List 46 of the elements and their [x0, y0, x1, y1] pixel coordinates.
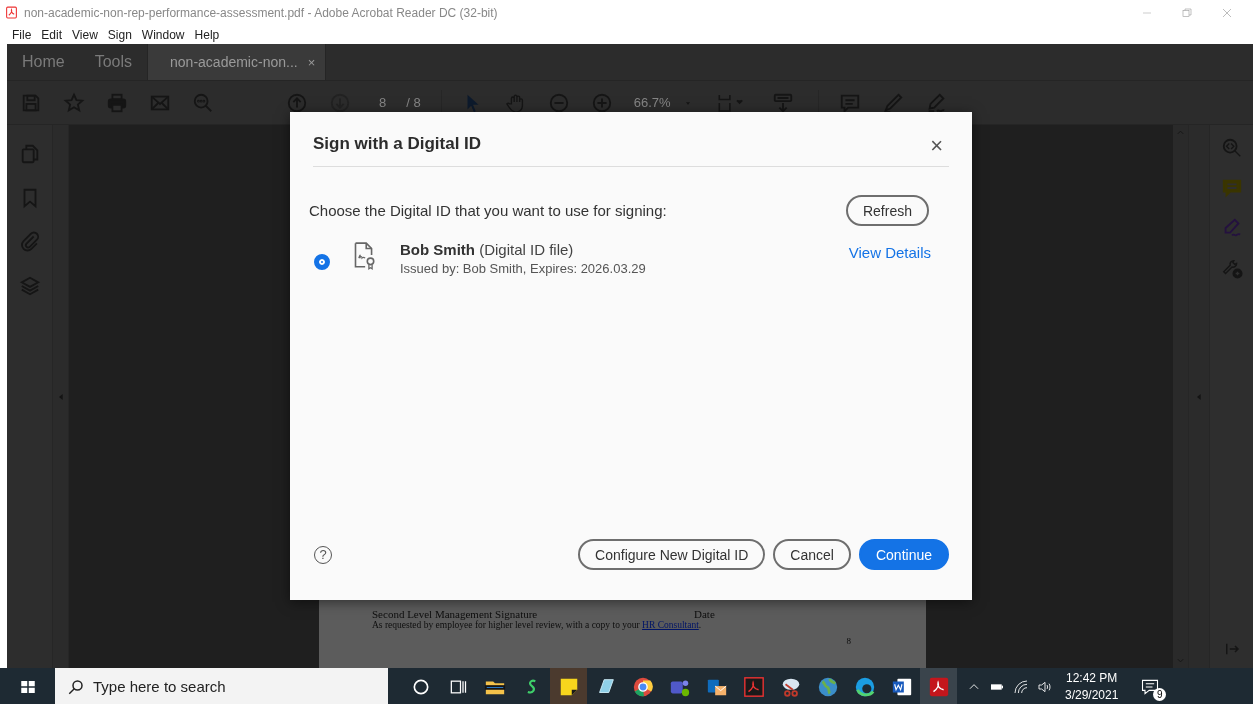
- digital-id-name: Bob Smith (Digital ID file): [400, 241, 575, 258]
- page-number: 8: [846, 636, 851, 646]
- edge-browser-icon[interactable]: [853, 675, 876, 698]
- arrow-up-circle-icon[interactable]: [286, 91, 308, 114]
- arrow-down-circle-icon[interactable]: [329, 91, 351, 114]
- pdf-app-icon[interactable]: [927, 675, 950, 698]
- dialog-button[interactable]: Configure New Digital ID: [578, 539, 766, 570]
- browser-icon[interactable]: [631, 675, 654, 698]
- document-tab[interactable]: non-academic-non... ×: [147, 44, 327, 80]
- menu-item[interactable]: Window: [141, 27, 185, 42]
- menu-item[interactable]: File: [12, 27, 32, 42]
- globe-icon[interactable]: [816, 675, 839, 698]
- zoom-out-icon[interactable]: [547, 91, 570, 114]
- page-total: / 8: [406, 95, 421, 110]
- menu-item[interactable]: Edit: [41, 27, 63, 42]
- page-number-field[interactable]: 8: [379, 95, 387, 110]
- notification-count: 9: [1153, 687, 1167, 701]
- wifi-icon[interactable]: [1013, 678, 1029, 695]
- star-icon[interactable]: [63, 91, 85, 114]
- continue-button[interactable]: Continue: [858, 539, 949, 570]
- clock-date[interactable]: 3/29/2021: [1065, 686, 1119, 704]
- pen-icon[interactable]: [881, 91, 904, 114]
- paperclip-icon[interactable]: [18, 231, 41, 253]
- pdf-app-icon[interactable]: [742, 675, 765, 698]
- menu-item[interactable]: View: [72, 27, 98, 42]
- refresh-button[interactable]: Refresh: [845, 195, 929, 226]
- digital-id-issuer: Issued by: Bob Smith, Expires: 2026.03.29: [400, 261, 647, 276]
- pdf-file-icon: [5, 6, 18, 19]
- search-icon: [67, 678, 85, 696]
- menu-item[interactable]: Help: [194, 27, 220, 42]
- review-note: As requested by employee for higher level review, with a copy to your HR Consultant.: [372, 620, 703, 630]
- zoom-in-icon[interactable]: [590, 91, 613, 114]
- zoom-field[interactable]: 66.7%: [633, 95, 671, 110]
- dialog-prompt: Choose the Digital ID that you want to use for signing:: [309, 202, 667, 219]
- scroll-mode-icon[interactable]: [771, 91, 794, 114]
- date-label: Date: [694, 608, 715, 620]
- view-details-link[interactable]: View Details: [848, 244, 931, 261]
- dialog-title: Sign with a Digital ID: [313, 133, 482, 154]
- window-title: non-academic-non-rep-performance-assessment.pdf - Adobe Acrobat Reader DC (32-bit): [24, 5, 499, 20]
- close-button[interactable]: ×: [924, 133, 949, 159]
- clock-time[interactable]: 12:42 PM: [1066, 669, 1118, 687]
- radio-button[interactable]: [314, 254, 330, 270]
- signature-label: Second Level Management Signature: [372, 608, 538, 620]
- dialog-button[interactable]: Cancel: [773, 539, 851, 570]
- taskbar-search-field[interactable]: Type here to search: [55, 668, 388, 704]
- menu-item[interactable]: Sign: [107, 27, 132, 42]
